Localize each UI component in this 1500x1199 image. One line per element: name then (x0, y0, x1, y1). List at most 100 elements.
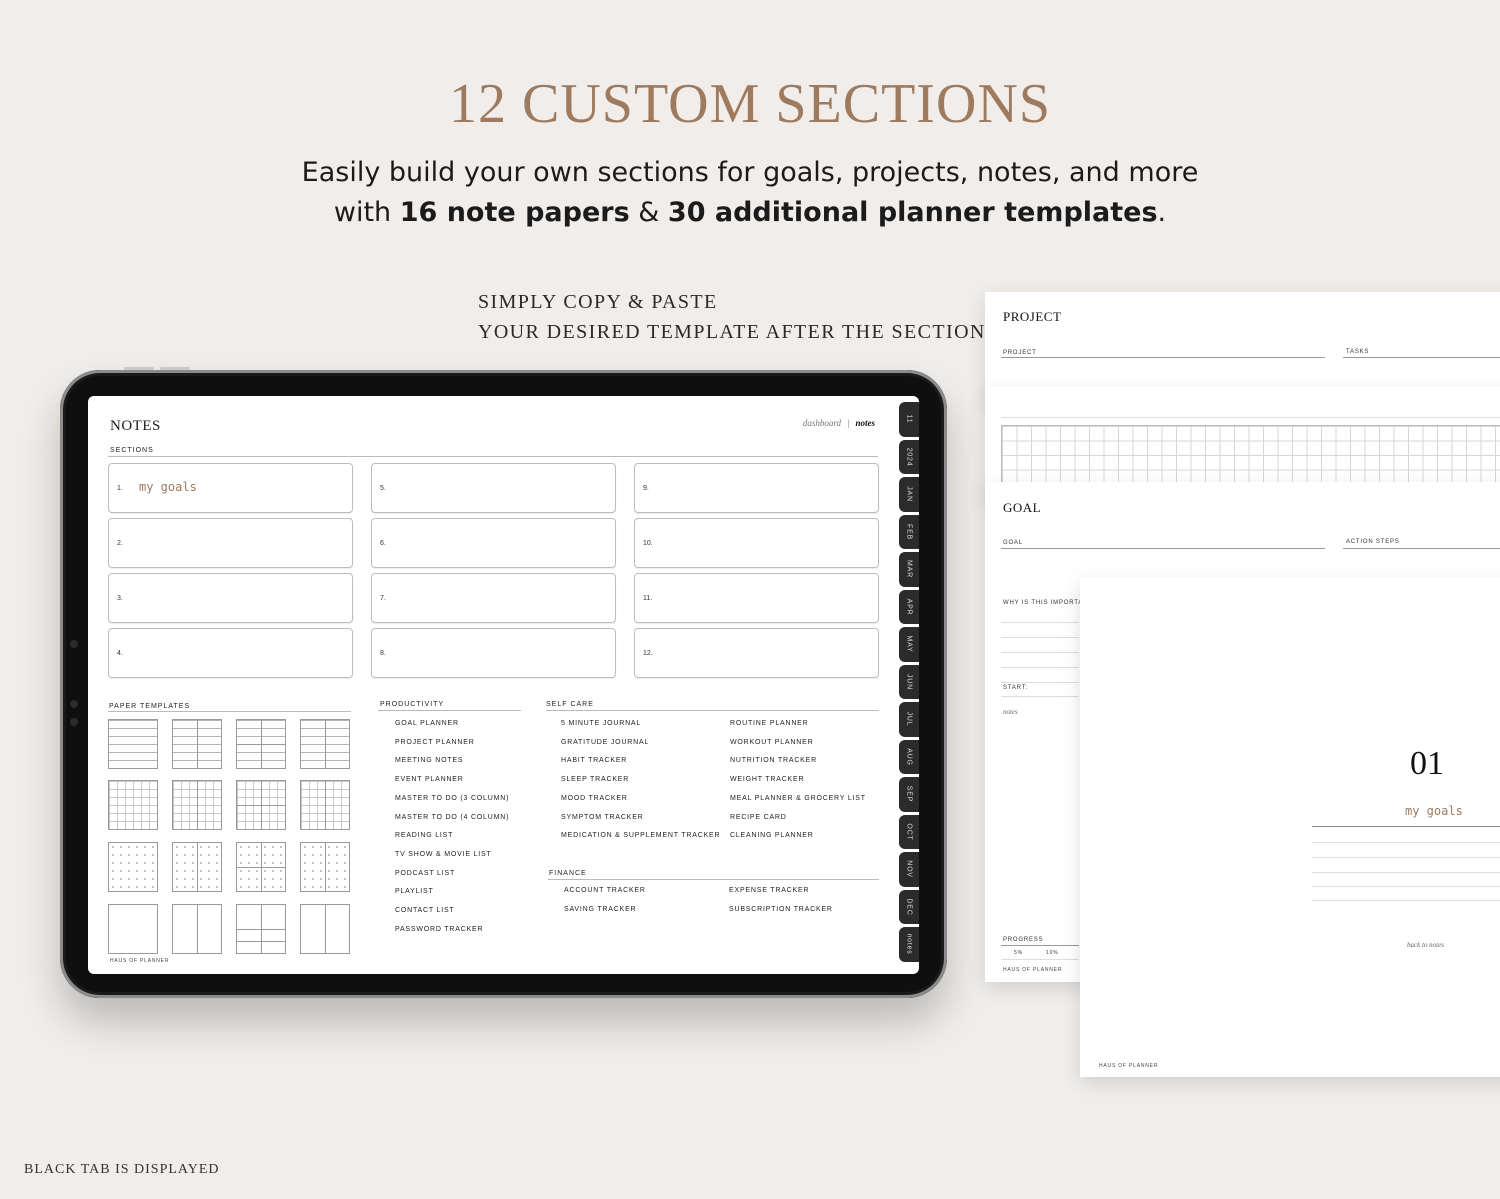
nav-notes-link[interactable]: notes (855, 418, 875, 428)
paper-template-thumbnail[interactable] (236, 842, 286, 892)
section-box[interactable]: 10. (634, 518, 879, 568)
grid-paper-page (985, 387, 1500, 497)
paper-divider (197, 905, 198, 953)
template-link[interactable]: PODCAST LIST (395, 865, 509, 884)
camera-icon (70, 640, 78, 648)
template-link[interactable]: WEIGHT TRACKER (730, 771, 866, 790)
paper-template-thumbnail[interactable] (172, 842, 222, 892)
template-link[interactable]: ROUTINE PLANNER (730, 715, 866, 734)
section-box[interactable]: 2. (108, 518, 353, 568)
month-tab-label: MAR (905, 560, 913, 579)
template-link[interactable]: ACCOUNT TRACKER (564, 882, 646, 901)
month-tab[interactable]: NOV (899, 852, 919, 887)
progress-label: PROGRESS (1003, 937, 1044, 943)
paper-template-thumbnail[interactable] (300, 719, 350, 769)
template-link[interactable]: SUBSCRIPTION TRACKER (729, 901, 833, 920)
section-box[interactable]: 1. my goals (108, 463, 353, 513)
template-link[interactable]: MEDICATION & SUPPLEMENT TRACKER (561, 827, 720, 846)
hero-title: 12 CUSTOM SECTIONS (449, 73, 1051, 135)
template-link[interactable]: TV SHOW & MOVIE LIST (395, 846, 509, 865)
back-to-notes-link[interactable]: back to notes (1407, 941, 1444, 949)
template-link[interactable]: MEETING NOTES (395, 752, 509, 771)
month-tab[interactable]: DEC (899, 889, 919, 924)
month-tab[interactable]: MAR (899, 552, 919, 587)
template-link[interactable]: EXPENSE TRACKER (729, 882, 833, 901)
section-box[interactable]: 3. (108, 573, 353, 623)
hero-sub-d: 30 additional planner templates (667, 197, 1158, 228)
month-tab[interactable]: APR (899, 589, 919, 624)
section-box[interactable]: 4. (108, 628, 353, 678)
paper-template-thumbnail[interactable] (172, 780, 222, 830)
section-box[interactable]: 7. (371, 573, 616, 623)
selfcare-heading: SELF CARE (546, 701, 594, 708)
nav-dashboard-link[interactable]: dashboard (803, 418, 841, 428)
paper-template-thumbnail[interactable] (300, 780, 350, 830)
section-box[interactable]: 6. (371, 518, 616, 568)
volume-button-2 (160, 367, 190, 370)
section-name-line (1312, 826, 1500, 827)
instructions-line1: SIMPLY COPY & PASTE (478, 291, 718, 313)
template-link[interactable]: SLEEP TRACKER (561, 771, 720, 790)
month-tab[interactable]: notes (899, 927, 919, 962)
paper-template-thumbnail[interactable] (172, 904, 222, 954)
template-link[interactable]: MOOD TRACKER (561, 790, 720, 809)
section-number: 11. (643, 595, 653, 602)
paper-template-thumbnail[interactable] (108, 904, 158, 954)
month-tabs: 11 2024 JAN FEB MAR APR MAY JUN JUL AUG SEP OCT NOV D… (899, 402, 919, 965)
template-link[interactable]: GRATITUDE JOURNAL (561, 734, 720, 753)
paper-template-thumbnail[interactable] (108, 719, 158, 769)
grid-page-line (1001, 417, 1500, 418)
paper-template-thumbnail[interactable] (236, 719, 286, 769)
template-link[interactable]: CONTACT LIST (395, 902, 509, 921)
paper-template-thumbnail[interactable] (236, 780, 286, 830)
paper-templates-heading: PAPER TEMPLATES (109, 703, 191, 710)
paper-template-thumbnail[interactable] (108, 842, 158, 892)
template-link[interactable]: PROJECT PLANNER (395, 734, 509, 753)
paper-template-thumbnail[interactable] (108, 780, 158, 830)
template-link[interactable]: MASTER TO DO (4 COLUMN) (395, 809, 509, 828)
section-line-1 (1312, 842, 1500, 843)
section-number: 9. (643, 485, 649, 492)
paper-divider (197, 843, 198, 891)
month-tab[interactable]: 2024 (899, 439, 919, 474)
month-tab[interactable]: FEB (899, 514, 919, 549)
section-box[interactable]: 8. (371, 628, 616, 678)
template-link[interactable]: NUTRITION TRACKER (730, 752, 866, 771)
template-link[interactable]: HABIT TRACKER (561, 752, 720, 771)
month-tab[interactable]: JUL (899, 702, 919, 737)
template-link[interactable]: SYMPTOM TRACKER (561, 809, 720, 828)
section-box[interactable]: 9. (634, 463, 879, 513)
month-tab[interactable]: OCT (899, 814, 919, 849)
paper-template-thumbnail[interactable] (172, 719, 222, 769)
month-tab[interactable]: AUG (899, 739, 919, 774)
paper-template-thumbnail[interactable] (300, 842, 350, 892)
template-link[interactable]: MEAL PLANNER & GROCERY LIST (730, 790, 866, 809)
section-line-3 (1312, 872, 1500, 873)
section-box[interactable]: 12. (634, 628, 879, 678)
paper-template-thumbnail[interactable] (236, 904, 286, 954)
template-link[interactable]: GOAL PLANNER (395, 715, 509, 734)
month-tab[interactable]: SEP (899, 777, 919, 812)
template-link[interactable]: WORKOUT PLANNER (730, 734, 866, 753)
template-link[interactable]: CLEANING PLANNER (730, 827, 866, 846)
template-link[interactable]: SAVING TRACKER (564, 901, 646, 920)
template-link[interactable]: PASSWORD TRACKER (395, 921, 509, 940)
template-link[interactable]: EVENT PLANNER (395, 771, 509, 790)
template-link[interactable]: READING LIST (395, 827, 509, 846)
template-link[interactable]: 5 MINUTE JOURNAL (561, 715, 720, 734)
month-tab[interactable]: JAN (899, 477, 919, 512)
section-box[interactable]: 11. (634, 573, 879, 623)
section-box[interactable]: 5. (371, 463, 616, 513)
month-tab-label: AUG (905, 747, 913, 766)
tasks-field-line (1343, 357, 1500, 358)
section-number: 7. (380, 595, 386, 602)
month-tab[interactable]: JUN (899, 664, 919, 699)
template-link[interactable]: RECIPE CARD (730, 809, 866, 828)
month-tab[interactable]: MAY (899, 627, 919, 662)
template-link[interactable]: PLAYLIST (395, 883, 509, 902)
sections-divider (108, 456, 878, 457)
month-tab[interactable]: 11 (899, 402, 919, 437)
month-tab-label: NOV (905, 860, 913, 879)
template-link[interactable]: MASTER TO DO (3 COLUMN) (395, 790, 509, 809)
paper-template-thumbnail[interactable] (300, 904, 350, 954)
